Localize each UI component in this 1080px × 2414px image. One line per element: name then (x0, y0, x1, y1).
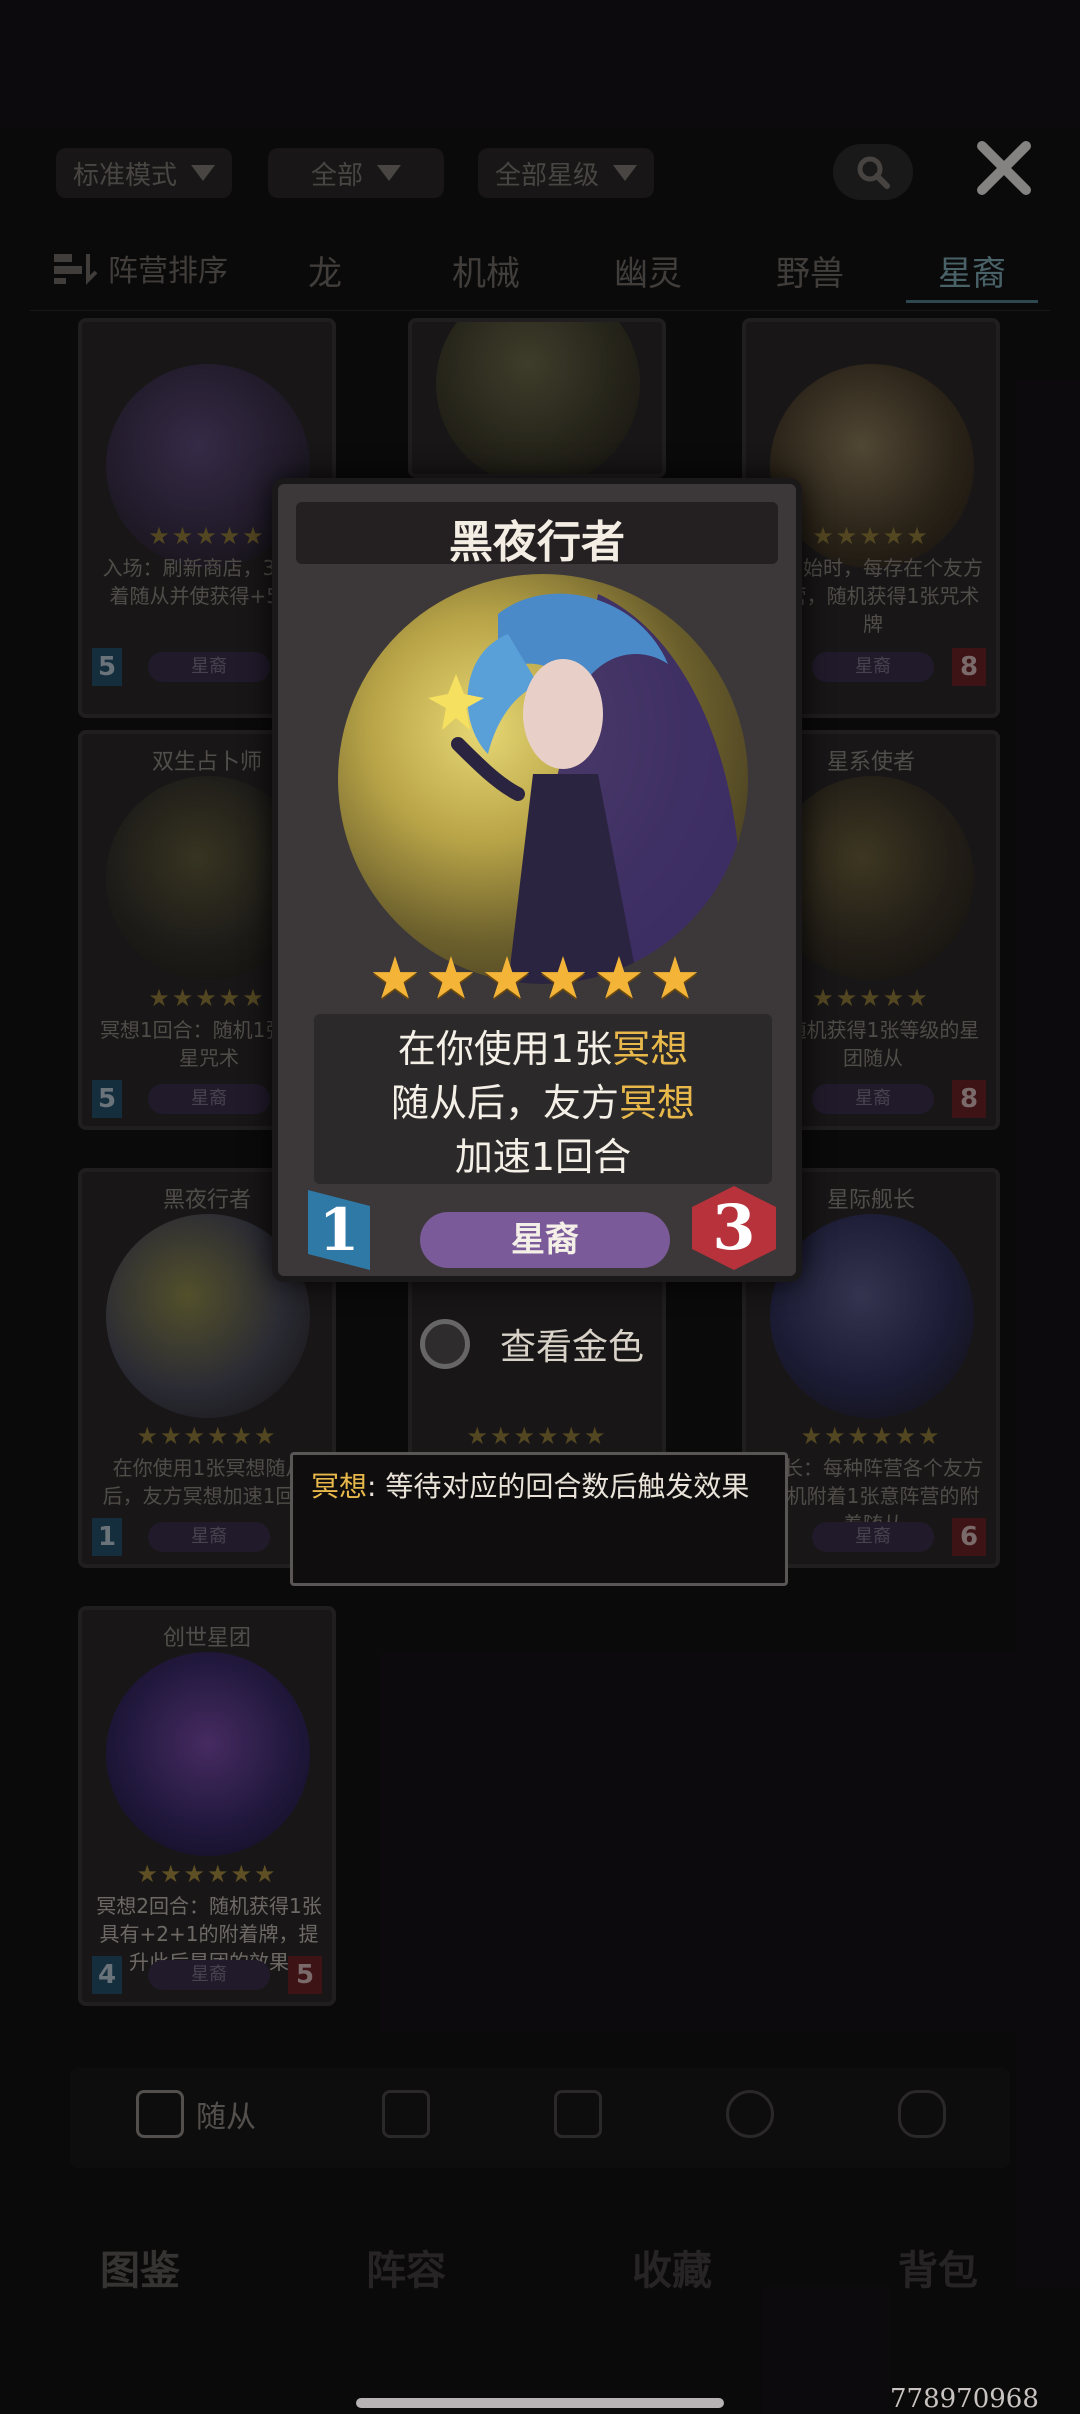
view-gold-toggle[interactable]: 查看金色 (420, 1318, 644, 1370)
card-detail-tribe: 星裔 (420, 1212, 670, 1268)
home-indicator[interactable] (356, 2398, 724, 2408)
card-detail-cost: 1 (308, 1190, 370, 1270)
card-detail-portrait (338, 574, 748, 984)
watermark: 778970968 (890, 2384, 1039, 2414)
card-detail-title: 黑夜行者 (449, 517, 625, 568)
desc-line-3: 加速1回合 (454, 1135, 632, 1179)
keyword-meditate[interactable]: 冥想 (612, 1027, 688, 1071)
night-walker-art (428, 593, 742, 984)
desc-line-1-text: 在你使用1张 (397, 1027, 613, 1071)
keyword-meditate[interactable]: 冥想 (619, 1081, 695, 1125)
card-detail-power: 3 (692, 1186, 776, 1270)
card-detail-stars: ★★★★★★ (369, 944, 705, 1012)
desc-line-2: 随从后，友方冥想 (308, 1076, 778, 1130)
tooltip-text: : 等待对应的回合数后触发效果 (367, 1470, 750, 1503)
card-detail-desc: 在你使用1张冥想 随从后，友方冥想 加速1回合 (308, 1022, 778, 1184)
desc-line-1: 在你使用1张冥想 (308, 1022, 778, 1076)
view-gold-label: 查看金色 (500, 1327, 645, 1368)
tooltip-keyword: 冥想 (311, 1470, 368, 1503)
radio-button[interactable] (420, 1319, 470, 1369)
desc-line-2-text: 随从后，友方 (390, 1081, 619, 1125)
card-detail: 黑夜行者 ★★★★★★ 在你使用1张冥想 随从后，友方冥想 加速1回合 1 星裔… (272, 478, 802, 1282)
keyword-tooltip: 冥想: 等待对应的回合数后触发效果 (290, 1452, 788, 1586)
